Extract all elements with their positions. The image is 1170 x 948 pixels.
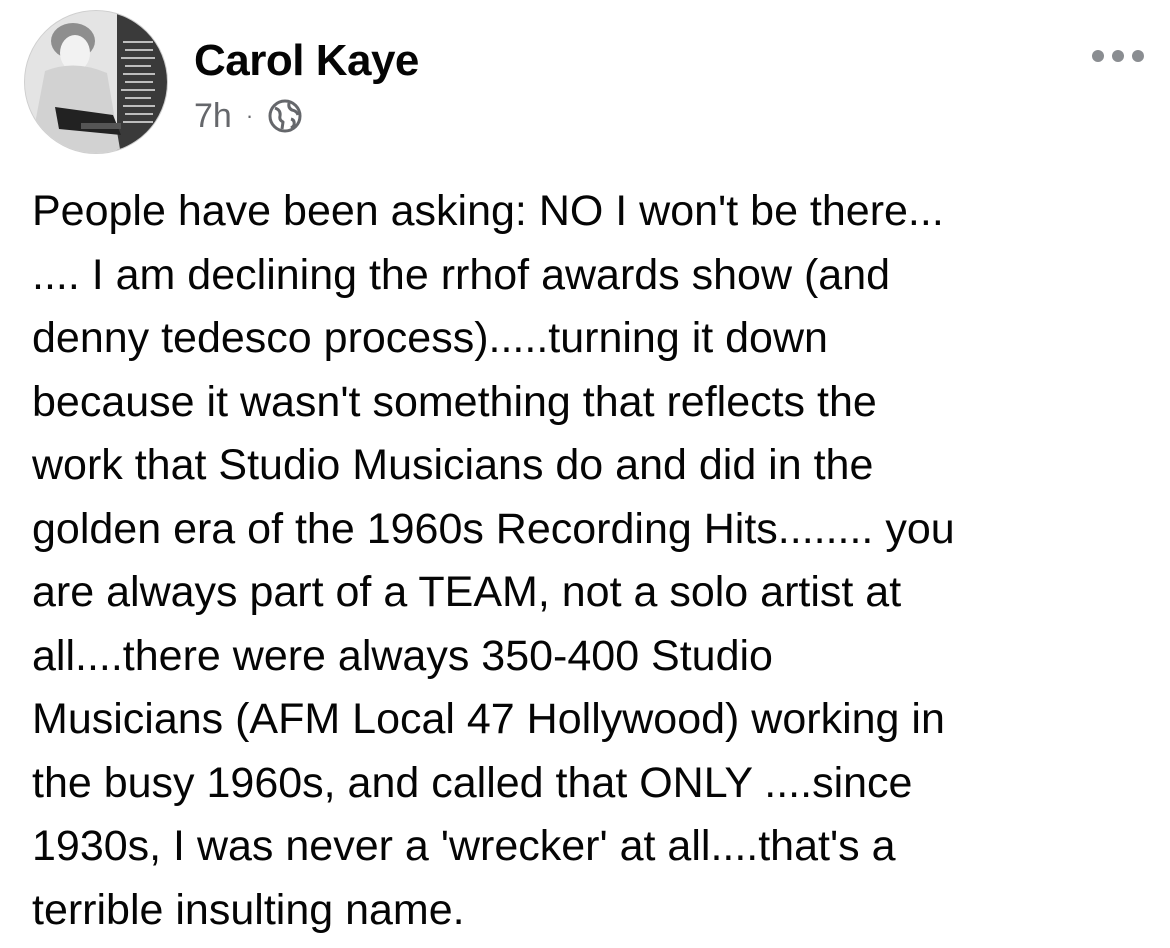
post-text-line: denny tedesco process).....turning it do… — [32, 314, 828, 362]
post-text-line: Musicians (AFM Local 47 Hollywood) worki… — [32, 695, 945, 743]
post-text-line: all....there were always 350-400 Studio — [32, 631, 773, 680]
author-name[interactable]: Carol Kaye — [194, 36, 419, 86]
post-text-line: the busy 1960s, and called that ONLY ...… — [32, 758, 913, 807]
post-text-line: terrible insulting name. — [32, 885, 465, 934]
post-time[interactable]: 7h — [194, 97, 232, 136]
more-dot — [1092, 50, 1104, 62]
more-dot — [1132, 50, 1144, 62]
post-text-line: are always part of a TEAM, not a solo ar… — [32, 568, 902, 616]
post-text-line: 1930s, I was never a 'wrecker' at all...… — [32, 822, 896, 870]
avatar-photo — [25, 11, 167, 153]
post-text-line: golden era of the 1960s Recording Hits..… — [32, 504, 955, 553]
author-avatar[interactable] — [24, 10, 168, 154]
post-header: Carol Kaye 7h · — [24, 10, 1146, 158]
more-horizontal-icon[interactable] — [1092, 48, 1144, 64]
post-text-line: People have been asking: NO I won't be t… — [32, 187, 944, 235]
post-text-line: .... I am declining the rrhof awards sho… — [32, 250, 891, 299]
meta-separator: · — [245, 103, 254, 128]
more-dot — [1112, 50, 1124, 62]
globe-icon[interactable] — [267, 98, 303, 134]
post-body-text: People have been asking: NO I won't be t… — [32, 180, 1152, 942]
post-text-line: because it wasn't something that reflect… — [32, 377, 877, 426]
post-text-line: work that Studio Musicians do and did in… — [32, 441, 874, 489]
post-meta: 7h · — [194, 96, 303, 136]
